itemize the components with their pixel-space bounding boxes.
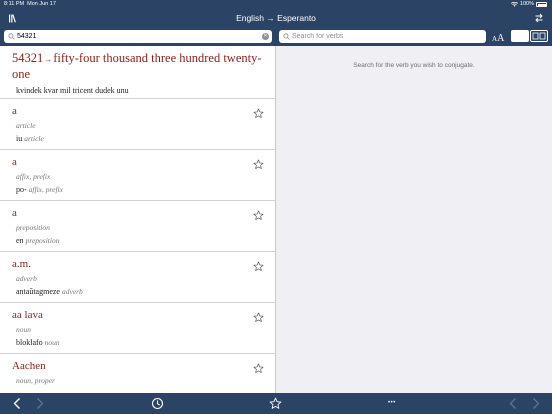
verb-search-input[interactable]	[292, 31, 482, 42]
entry-translation: antaŭtagmeze adverb	[16, 287, 83, 296]
conjugation-back-icon[interactable]	[509, 397, 517, 410]
results-list: 54321→fifty-four thousand three hundred …	[0, 46, 275, 393]
conjugation-hint: Search for the verb you wish to conjugat…	[353, 62, 475, 69]
search-icon	[283, 33, 290, 40]
favorite-star-icon[interactable]	[253, 363, 264, 374]
battery-icon	[536, 2, 547, 7]
dictionary-search-box[interactable]: ✕	[4, 30, 272, 43]
bottom-toolbar: •••	[0, 393, 552, 414]
entry-part-of-speech: article	[16, 121, 36, 130]
favorite-star-icon[interactable]	[253, 312, 264, 323]
entry-part-of-speech: affix, prefix	[16, 172, 51, 181]
list-item[interactable]: a affix, prefix po- affix, prefix	[0, 150, 275, 201]
list-item[interactable]: a.m. adverb antaŭtagmeze adverb	[0, 252, 275, 303]
status-time: 8:11 PM	[4, 1, 25, 7]
list-item[interactable]: a preposition en preposition	[0, 201, 275, 252]
number-translation: kvindek kvar mil tricent dudek unu	[16, 86, 129, 95]
favorites-icon[interactable]	[269, 397, 282, 410]
search-row: ✕	[0, 28, 552, 46]
history-icon[interactable]	[151, 397, 164, 410]
single-pane-layout-button[interactable]	[511, 30, 529, 42]
entry-part-of-speech: adverb	[16, 274, 37, 283]
entry-headword: a	[12, 105, 17, 117]
back-icon[interactable]	[13, 397, 21, 410]
clear-search-icon[interactable]: ✕	[262, 33, 269, 40]
page-title: English → Esperanto	[236, 13, 316, 23]
status-bar: 8:11 PM Mon Jun 17 100%	[0, 0, 552, 9]
swap-languages-icon[interactable]	[534, 13, 544, 23]
entry-part-of-speech: noun, proper	[16, 376, 55, 385]
favorite-star-icon[interactable]	[253, 108, 264, 119]
number-result[interactable]: 54321→fifty-four thousand three hundred …	[0, 46, 275, 99]
entry-headword: Aachen	[12, 360, 46, 372]
forward-icon[interactable]	[36, 397, 44, 410]
entry-headword: a.m.	[12, 258, 31, 270]
more-options-icon[interactable]: •••	[388, 397, 396, 410]
entry-translation: iu article	[16, 134, 44, 143]
favorite-star-icon[interactable]	[253, 210, 264, 221]
entry-part-of-speech: preposition	[16, 223, 50, 232]
conjugation-pane: Search for the verb you wish to conjugat…	[276, 46, 552, 393]
entry-translation: po- affix, prefix	[16, 185, 63, 194]
status-date: Mon Jun 17	[27, 1, 56, 7]
list-item[interactable]: aa lava noun bloklafo noun	[0, 303, 275, 354]
verb-search-box[interactable]	[279, 30, 486, 43]
dictionary-search-input[interactable]	[17, 31, 257, 42]
favorite-star-icon[interactable]	[253, 159, 264, 170]
entry-part-of-speech: noun	[16, 325, 31, 334]
conjugation-forward-icon[interactable]	[532, 397, 540, 410]
wifi-icon	[510, 2, 518, 7]
entry-translation: bloklafo noun	[16, 338, 60, 347]
entry-translation: en preposition	[16, 236, 60, 245]
font-size-button[interactable]: AA	[492, 31, 504, 45]
search-icon	[8, 33, 15, 40]
split-view-icon	[532, 32, 546, 40]
list-item[interactable]: a article iu article	[0, 99, 275, 150]
list-item[interactable]: Aachen noun, proper	[0, 354, 275, 393]
arrow-icon: →	[44, 55, 53, 64]
battery-percent: 100%	[519, 1, 534, 7]
entry-headword: a	[12, 207, 17, 219]
navigation-bar: English → Esperanto	[0, 9, 552, 28]
entry-headword: aa lava	[12, 309, 43, 321]
entry-headword: a	[12, 156, 17, 168]
split-pane-layout-button[interactable]	[530, 30, 548, 42]
number-value: 54321	[12, 51, 44, 65]
favorite-star-icon[interactable]	[253, 261, 264, 272]
